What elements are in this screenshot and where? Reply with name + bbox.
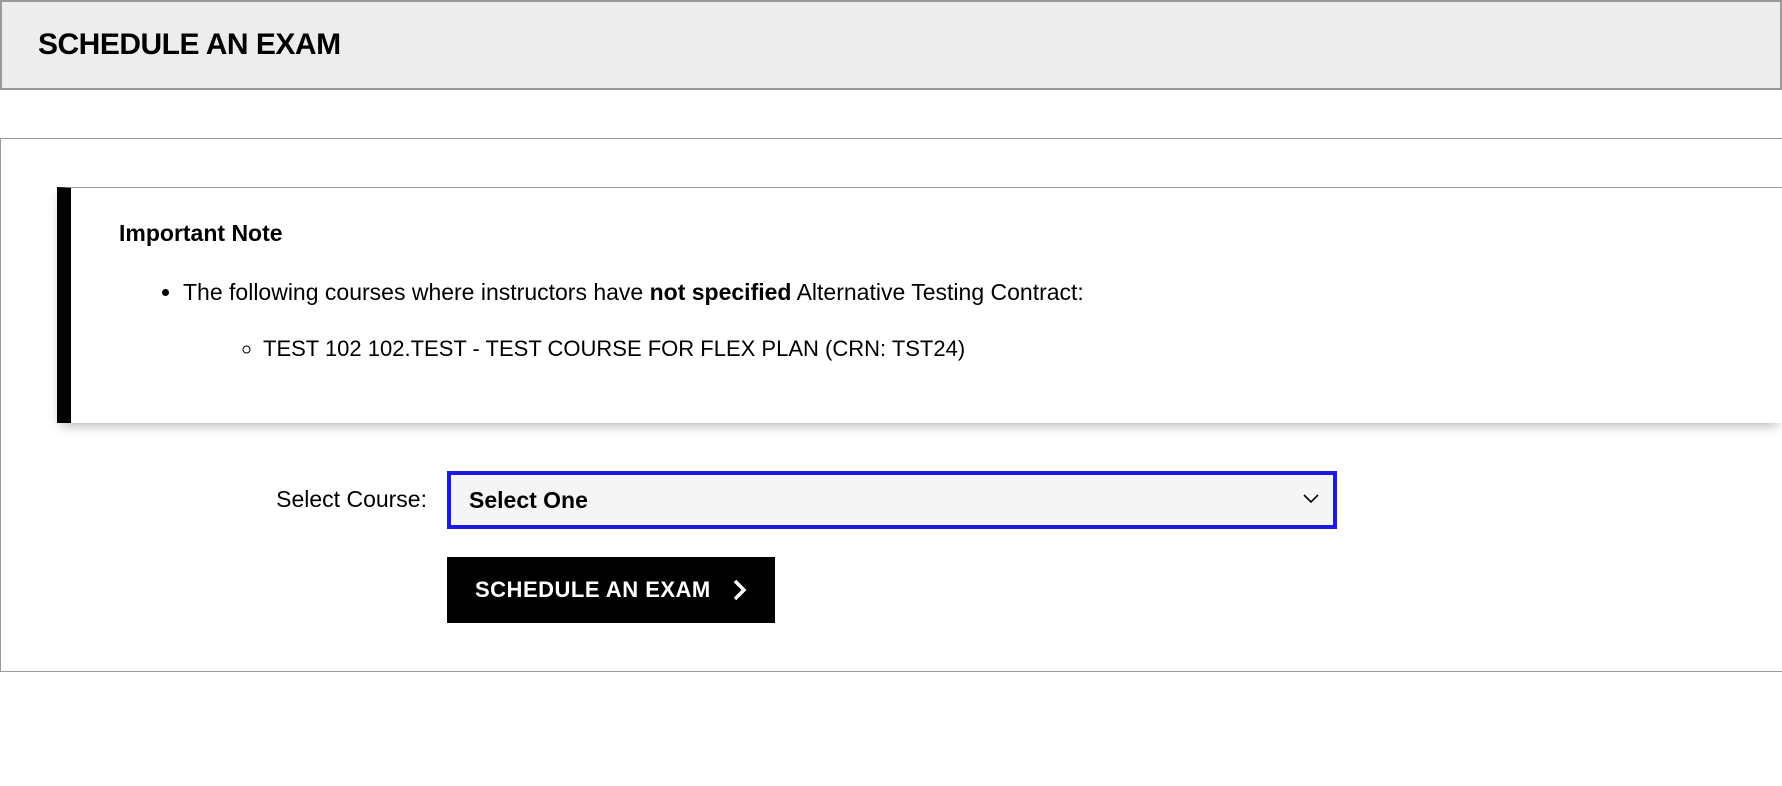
note-list-item: The following courses where instructors … [183, 275, 1742, 365]
select-course-label: Select Course: [57, 486, 447, 513]
schedule-exam-button[interactable]: SCHEDULE AN EXAM [447, 557, 775, 623]
select-course-dropdown[interactable]: Select One [447, 471, 1337, 529]
select-course-row: Select Course: Select One [57, 471, 1782, 529]
page-title: SCHEDULE AN EXAM [38, 28, 1744, 62]
note-course-item: TEST 102 102.TEST - TEST COURSE FOR FLEX… [263, 332, 1742, 365]
note-list: The following courses where instructors … [119, 275, 1742, 365]
select-course-wrap: Select One [447, 471, 1337, 529]
note-text-bold: not specified [650, 279, 792, 305]
note-text-suffix: Alternative Testing Contract: [791, 279, 1083, 305]
chevron-right-icon [733, 579, 747, 601]
schedule-button-label: SCHEDULE AN EXAM [475, 577, 711, 603]
page-header: SCHEDULE AN EXAM [0, 0, 1782, 90]
note-text-prefix: The following courses where instructors … [183, 279, 650, 305]
important-note-box: Important Note The following courses whe… [57, 187, 1782, 423]
main-content: Important Note The following courses whe… [0, 138, 1782, 672]
note-sublist: TEST 102 102.TEST - TEST COURSE FOR FLEX… [183, 332, 1742, 365]
button-row: SCHEDULE AN EXAM [57, 557, 1782, 623]
note-title: Important Note [119, 220, 1742, 247]
